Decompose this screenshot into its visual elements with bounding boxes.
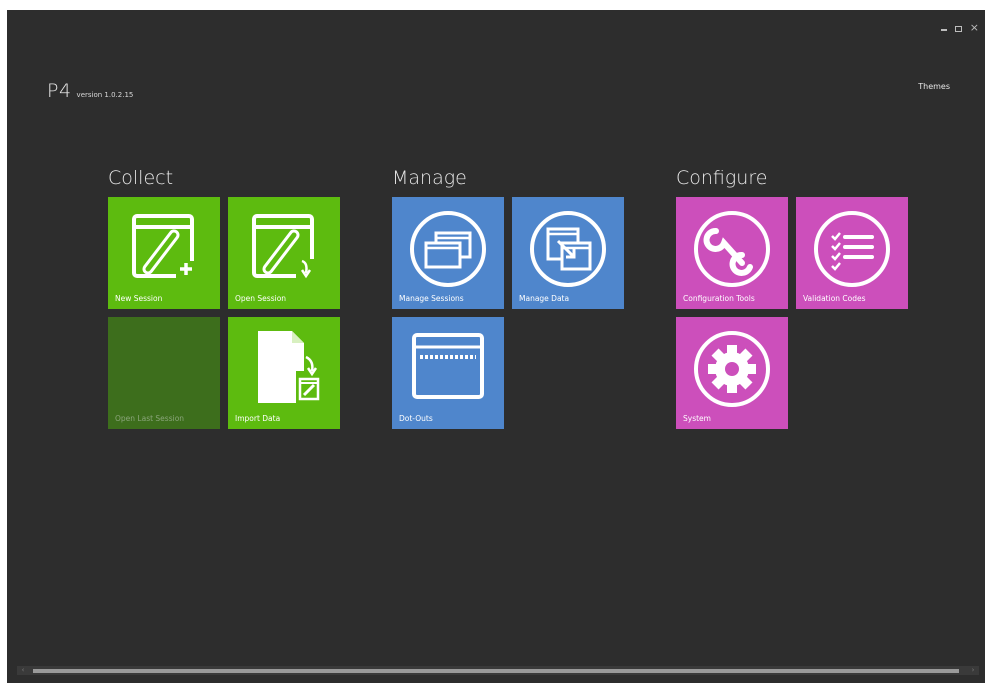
tile-label: Open Last Session	[115, 414, 185, 423]
tile-dot-outs[interactable]: Dot-Outs	[392, 317, 504, 429]
horizontal-scrollbar[interactable]: ‹ ›	[17, 666, 979, 675]
scroll-right-arrow[interactable]: ›	[969, 666, 977, 675]
scroll-thumb[interactable]	[33, 669, 959, 673]
tile-label: Validation Codes	[803, 294, 866, 303]
tile-import-data[interactable]: Import Data	[228, 317, 340, 429]
tile-label: Import Data	[235, 414, 281, 423]
tile-label: Manage Data	[519, 294, 570, 303]
themes-link[interactable]: Themes	[918, 82, 950, 91]
import-data-icon	[258, 331, 320, 403]
tile-label: New Session	[115, 294, 163, 303]
minimize-icon	[940, 29, 947, 31]
group-title-manage: Manage	[392, 167, 467, 189]
tile-validation-codes[interactable]: Validation Codes	[796, 197, 908, 309]
tile-new-session[interactable]: New Session	[108, 197, 220, 309]
tile-manage-data[interactable]: Manage Data	[512, 197, 624, 309]
app-window: × P4 version 1.0.2.15 Themes Collect New…	[7, 10, 985, 683]
app-version: version 1.0.2.15	[76, 91, 134, 99]
tile-system[interactable]: System	[676, 317, 788, 429]
new-session-icon	[132, 214, 196, 279]
checklist-icon	[814, 211, 890, 287]
maximize-button[interactable]	[954, 24, 962, 35]
app-name: P4	[47, 80, 72, 102]
tile-label: Open Session	[235, 294, 287, 303]
wrench-icon	[694, 211, 770, 287]
gear-icon	[694, 331, 770, 407]
tile-label: Manage Sessions	[399, 294, 464, 303]
manage-data-icon	[530, 211, 606, 287]
group-title-configure: Configure	[676, 167, 768, 189]
minimize-button[interactable]	[940, 24, 947, 35]
maximize-icon	[954, 26, 962, 32]
group-title-collect: Collect	[108, 167, 174, 189]
tile-label: System	[683, 414, 711, 423]
window-controls: ×	[940, 22, 979, 35]
tile-label: Dot-Outs	[399, 414, 433, 423]
app-header: P4 version 1.0.2.15	[47, 80, 133, 102]
tile-configuration-tools[interactable]: Configuration Tools	[676, 197, 788, 309]
dot-outs-icon	[412, 333, 484, 399]
tile-manage-sessions[interactable]: Manage Sessions	[392, 197, 504, 309]
tile-label: Configuration Tools	[683, 294, 755, 303]
open-session-icon	[252, 214, 316, 279]
tile-open-last-session[interactable]: Open Last Session	[108, 317, 220, 429]
tile-open-session[interactable]: Open Session	[228, 197, 340, 309]
manage-sessions-icon	[410, 211, 486, 287]
scroll-left-arrow[interactable]: ‹	[19, 666, 27, 675]
close-button[interactable]: ×	[970, 22, 979, 35]
